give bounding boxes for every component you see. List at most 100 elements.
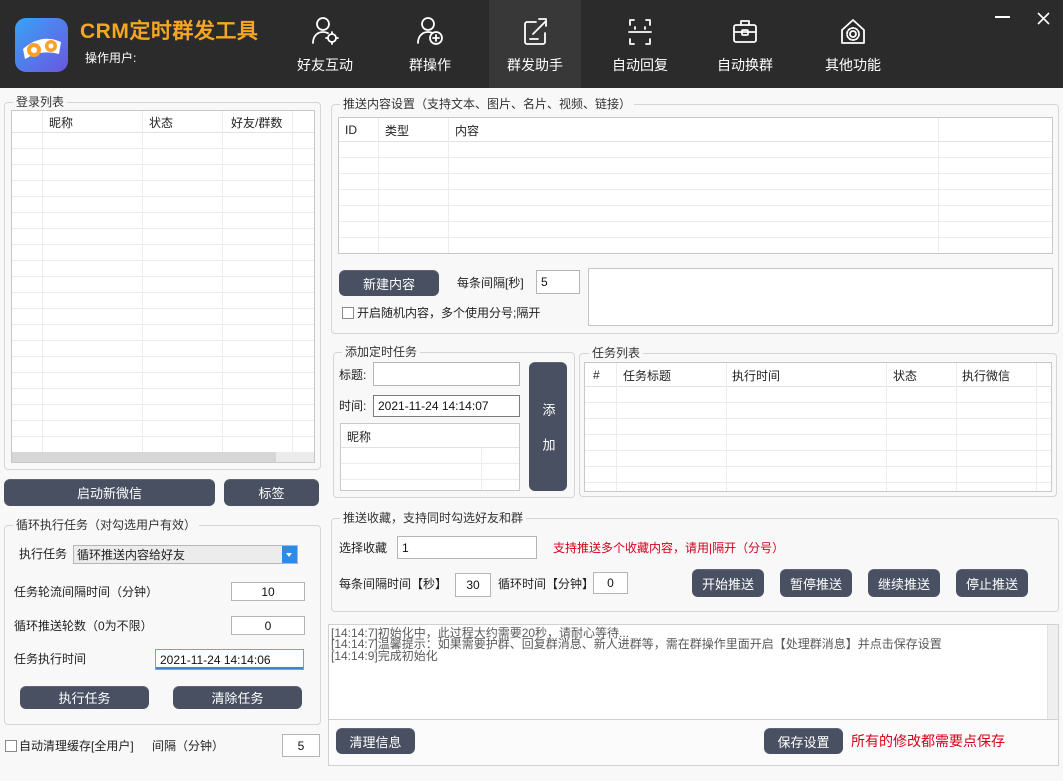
column-divider bbox=[142, 111, 143, 452]
column-divider bbox=[481, 448, 482, 490]
favorites-select-label: 选择收藏 bbox=[339, 541, 388, 555]
column-header-task-title[interactable]: 任务标题 bbox=[623, 363, 671, 387]
add-schedule-button-label: 添加 bbox=[540, 402, 556, 473]
auto-reply-icon bbox=[625, 15, 655, 47]
close-icon[interactable] bbox=[1037, 12, 1050, 25]
start-push-button[interactable]: 开始推送 bbox=[692, 569, 764, 597]
chevron-down-icon[interactable] bbox=[282, 546, 297, 563]
login-list-title: 登录列表 bbox=[13, 95, 68, 109]
app-header: CRM定时群发工具 操作用户: 好友互动 群操作 群发助手 自动回复 自动换群 bbox=[0, 0, 1063, 88]
nav-auto-reply[interactable]: 自动回复 bbox=[594, 0, 686, 88]
favorites-interval-label: 每条间隔时间【秒】 bbox=[339, 577, 448, 591]
nav-mass-send-assistant[interactable]: 群发助手 bbox=[489, 0, 581, 88]
group-add-icon bbox=[415, 15, 445, 47]
content-interval-label: 每条间隔[秒] bbox=[457, 276, 524, 290]
add-schedule-title: 添加定时任务 bbox=[342, 345, 421, 359]
schedule-title-label: 标题: bbox=[339, 368, 367, 382]
favorites-hint: 支持推送多个收藏内容，请用|隔开（分号） bbox=[553, 541, 785, 555]
favorites-loop-input[interactable] bbox=[593, 572, 628, 594]
user-gear-icon bbox=[310, 15, 340, 47]
task-time-label: 任务执行时间 bbox=[14, 652, 87, 666]
task-list-title: 任务列表 bbox=[589, 346, 644, 360]
new-content-button[interactable]: 新建内容 bbox=[339, 270, 439, 296]
column-header-status[interactable]: 状态 bbox=[893, 363, 917, 387]
push-rounds-input[interactable] bbox=[231, 616, 305, 635]
toolbox-icon bbox=[730, 15, 760, 47]
random-content-checkbox[interactable] bbox=[342, 307, 354, 319]
vertical-scrollbar[interactable] bbox=[1047, 625, 1058, 719]
column-header-status[interactable]: 状态 bbox=[149, 111, 173, 133]
column-divider bbox=[616, 363, 617, 491]
column-header-friend-group-count[interactable]: 好友/群数 bbox=[231, 111, 282, 133]
column-divider bbox=[886, 363, 887, 491]
schedule-time-input[interactable] bbox=[373, 395, 520, 417]
task-type-select[interactable]: 循环推送内容给好友 bbox=[73, 545, 298, 564]
send-edit-icon bbox=[520, 15, 550, 47]
content-interval-input[interactable] bbox=[536, 270, 580, 294]
push-content-table[interactable]: ID 类型 内容 bbox=[338, 117, 1053, 254]
login-table[interactable]: 昵称 状态 好友/群数 bbox=[11, 110, 315, 463]
nav-friend-interaction[interactable]: 好友互动 bbox=[279, 0, 371, 88]
column-divider bbox=[956, 363, 957, 491]
tags-button[interactable]: 标签 bbox=[224, 479, 319, 506]
task-time-input[interactable] bbox=[155, 649, 304, 670]
column-header-nickname[interactable]: 昵称 bbox=[49, 111, 73, 133]
favorites-loop-label: 循环时间【分钟】 bbox=[498, 577, 595, 591]
add-schedule-button[interactable]: 添加 bbox=[529, 362, 567, 491]
nav-group-operations[interactable]: 群操作 bbox=[384, 0, 476, 88]
nav-label: 自动回复 bbox=[612, 57, 668, 73]
column-header-id[interactable]: ID bbox=[345, 118, 357, 142]
start-new-wechat-button[interactable]: 启动新微信 bbox=[4, 479, 215, 506]
cache-interval-input[interactable] bbox=[282, 734, 320, 757]
task-interval-input[interactable] bbox=[231, 582, 305, 601]
table-rows bbox=[341, 448, 519, 490]
minimize-icon[interactable] bbox=[995, 16, 1010, 18]
stop-push-button[interactable]: 停止推送 bbox=[956, 569, 1028, 597]
content-text-area[interactable] bbox=[588, 268, 1053, 326]
favorites-push-title: 推送收藏，支持同时勾选好友和群 bbox=[340, 511, 527, 525]
nav-other-functions[interactable]: 其他功能 bbox=[807, 0, 899, 88]
column-header-index[interactable]: # bbox=[593, 363, 600, 387]
column-divider bbox=[378, 118, 379, 253]
nav-auto-switch-group[interactable]: 自动换群 bbox=[699, 0, 791, 88]
save-hint: 所有的修改都需要点保存 bbox=[851, 733, 1005, 749]
scrollbar-thumb[interactable] bbox=[12, 452, 276, 462]
schedule-time-label: 时间: bbox=[339, 399, 367, 413]
favorites-push-group bbox=[331, 518, 1059, 612]
column-divider bbox=[938, 118, 939, 253]
horizontal-scrollbar[interactable] bbox=[12, 452, 314, 462]
column-header-type[interactable]: 类型 bbox=[385, 118, 409, 142]
nav-label: 自动换群 bbox=[717, 57, 773, 73]
random-content-label: 开启随机内容，多个使用分号;隔开 bbox=[357, 306, 541, 320]
log-line: [14:14:9]完成初始化 bbox=[331, 649, 438, 663]
app-title: CRM定时群发工具 bbox=[80, 20, 259, 43]
run-task-button[interactable]: 执行任务 bbox=[20, 686, 149, 709]
nav-label: 群操作 bbox=[409, 57, 451, 73]
schedule-title-input[interactable] bbox=[373, 362, 520, 386]
favorites-interval-input[interactable] bbox=[455, 573, 491, 597]
column-header-exec-wechat[interactable]: 执行微信 bbox=[962, 363, 1010, 387]
task-type-selected: 循环推送内容给好友 bbox=[77, 548, 186, 562]
loop-task-title: 循环执行任务（对勾选用户有效） bbox=[13, 518, 200, 532]
column-divider bbox=[222, 111, 223, 452]
app-logo-icon bbox=[15, 18, 68, 72]
column-header-content[interactable]: 内容 bbox=[455, 118, 479, 142]
pause-push-button[interactable]: 暂停推送 bbox=[780, 569, 852, 597]
log-output[interactable]: [14:14:7]初始化中，此过程大约需要20秒，请耐心等待... [14:14… bbox=[328, 624, 1059, 720]
push-content-title: 推送内容设置（支持文本、图片、名片、视频、链接） bbox=[340, 97, 635, 111]
column-header-nickname[interactable]: 昵称 bbox=[347, 424, 371, 448]
table-rows bbox=[339, 142, 1052, 253]
clear-log-button[interactable]: 清理信息 bbox=[336, 728, 415, 754]
auto-clear-cache-checkbox[interactable] bbox=[5, 740, 17, 752]
schedule-nickname-table[interactable]: 昵称 bbox=[340, 423, 520, 491]
clear-task-button[interactable]: 清除任务 bbox=[173, 686, 302, 709]
column-divider bbox=[42, 111, 43, 452]
resume-push-button[interactable]: 继续推送 bbox=[868, 569, 940, 597]
table-rows bbox=[585, 387, 1051, 491]
save-settings-button[interactable]: 保存设置 bbox=[764, 728, 843, 754]
auto-clear-cache-label: 自动清理缓存[全用户] bbox=[19, 739, 134, 753]
column-header-exec-time[interactable]: 执行时间 bbox=[732, 363, 780, 387]
task-list-table[interactable]: # 任务标题 执行时间 状态 执行微信 bbox=[584, 362, 1052, 492]
favorites-select-input[interactable] bbox=[397, 536, 537, 559]
operator-label: 操作用户: bbox=[85, 51, 137, 65]
